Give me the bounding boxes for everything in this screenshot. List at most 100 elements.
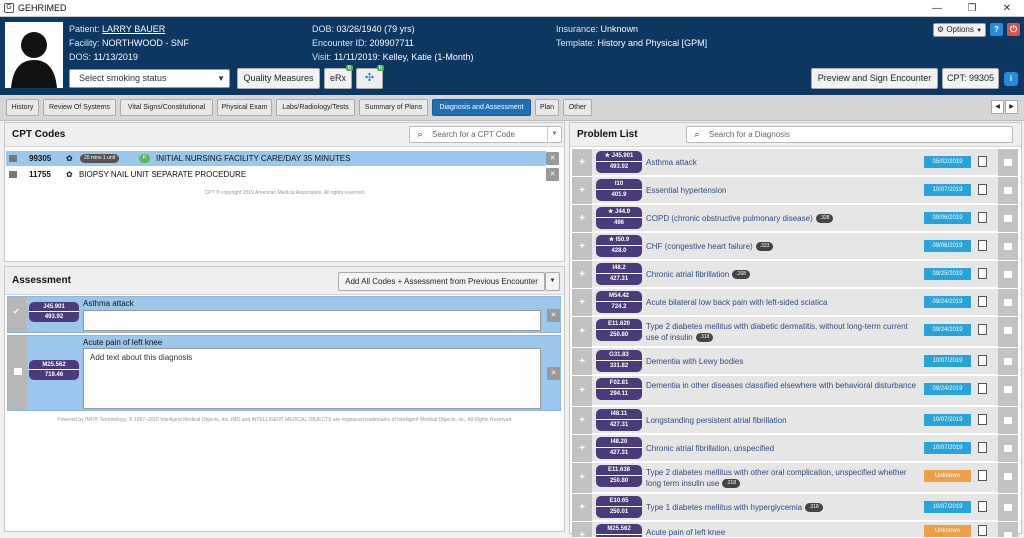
- patient-name-link[interactable]: LARRY BAUER: [102, 24, 165, 34]
- document-icon[interactable]: [978, 525, 987, 536]
- assessment-item[interactable]: ✔ J45.901 493.92 Asthma attack ✕: [7, 296, 561, 333]
- add-problem-icon[interactable]: +: [572, 407, 592, 434]
- document-icon[interactable]: [978, 240, 987, 251]
- erx-button[interactable]: eRx Ʀ: [324, 65, 353, 89]
- add-problem-icon[interactable]: +: [572, 348, 592, 375]
- checkbox-icon: [1004, 159, 1012, 166]
- status-badge: P: [139, 154, 150, 163]
- document-icon[interactable]: [978, 355, 987, 366]
- date-badge: 09/25/2019: [924, 268, 971, 280]
- document-icon[interactable]: [978, 156, 987, 167]
- document-icon[interactable]: [978, 184, 987, 195]
- document-icon[interactable]: [978, 324, 987, 335]
- problem-row[interactable]: + E11.638 250.80 Type 2 diabetes mellitus…: [572, 463, 1018, 493]
- checkbox-icon: [1004, 327, 1012, 334]
- problem-row[interactable]: + ★ J45.901 493.92 Asthma attack 05/02/20…: [572, 149, 1018, 176]
- problem-row[interactable]: + I48.11 427.31 Longstanding persistent a…: [572, 407, 1018, 434]
- add-problem-icon[interactable]: +: [572, 494, 592, 521]
- document-icon[interactable]: [978, 268, 987, 279]
- remove-cpt-button[interactable]: ✕: [546, 152, 559, 165]
- assessment-text-field[interactable]: [83, 310, 541, 331]
- problem-row[interactable]: + ★ J44.9 496 COPD (chronic obstructive p…: [572, 205, 1018, 232]
- diagnosis-code-pill: I48.2 427.31: [596, 263, 642, 285]
- diagnosis-code-pill: M25.562: [596, 524, 642, 537]
- add-problem-icon[interactable]: +: [572, 317, 592, 347]
- problem-row[interactable]: + ★ I50.9 428.0 CHF (congestive heart fai…: [572, 233, 1018, 260]
- info-icon[interactable]: i: [1004, 72, 1018, 86]
- tab-labs-radiology[interactable]: Labs/Radiology/Tests: [276, 99, 355, 116]
- cpt-description: BIOPSY NAIL UNIT SEPARATE PROCEDURE: [79, 170, 247, 179]
- document-icon[interactable]: [978, 442, 987, 453]
- problem-row[interactable]: + E10.65 250.01 Type 1 diabetes mellitus …: [572, 494, 1018, 521]
- date-badge: 10/07/2019: [924, 184, 971, 196]
- add-problem-icon[interactable]: +: [572, 522, 592, 537]
- add-problem-icon[interactable]: +: [572, 205, 592, 232]
- chevron-down-icon[interactable]: ▼: [547, 127, 561, 142]
- problem-row[interactable]: + M25.562 Acute pain of left knee Unknow…: [572, 522, 1018, 538]
- add-problem-icon[interactable]: +: [572, 435, 592, 462]
- cpt-row[interactable]: 11755 ✿ BIOPSY NAIL UNIT SEPARATE PROCED…: [6, 167, 546, 182]
- tab-plan[interactable]: Plan: [535, 99, 559, 116]
- power-icon[interactable]: ⏻: [1007, 23, 1020, 36]
- document-icon[interactable]: [978, 296, 987, 307]
- document-icon[interactable]: [978, 414, 987, 425]
- tab-physical-exam[interactable]: Physical Exam: [217, 99, 272, 116]
- document-icon[interactable]: [978, 501, 987, 512]
- remove-assessment-button[interactable]: ✕: [547, 367, 560, 380]
- options-button[interactable]: ⚙ Options ▼: [933, 23, 986, 37]
- add-all-codes-button[interactable]: Add All Codes + Assessment from Previous…: [338, 272, 545, 291]
- problem-name: Dementia with Lewy bodies: [646, 357, 744, 366]
- cpt-search-input[interactable]: ⌕ Search for a CPT Code ▼: [409, 126, 562, 143]
- remove-cpt-button[interactable]: ✕: [546, 168, 559, 181]
- document-icon[interactable]: [978, 212, 987, 223]
- add-problem-icon[interactable]: +: [572, 233, 592, 260]
- add-problem-icon[interactable]: +: [572, 261, 592, 288]
- problem-row[interactable]: + I10 401.9 Essential hypertension 10/07/…: [572, 177, 1018, 204]
- assessment-item[interactable]: M25.562 719.46 Acute pain of left knee A…: [7, 335, 561, 411]
- add-problem-icon[interactable]: +: [572, 289, 592, 316]
- tab-vital-signs[interactable]: Vital Signs/Constitutional: [120, 99, 213, 116]
- problem-row[interactable]: + I48.20 427.31 Chronic atrial fibrillati…: [572, 435, 1018, 462]
- problem-name: COPD (chronic obstructive pulmonary dise…: [646, 213, 916, 224]
- tab-scroll-left-icon[interactable]: ◀: [991, 100, 1004, 114]
- add-problem-icon[interactable]: +: [572, 177, 592, 204]
- smoking-status-select[interactable]: Select smoking status ▼: [69, 69, 230, 88]
- preview-sign-button[interactable]: Preview and Sign Encounter: [811, 68, 938, 89]
- tab-history[interactable]: History: [6, 99, 39, 116]
- checkbox-icon: [1004, 215, 1012, 222]
- checkbox-icon: [1004, 299, 1012, 306]
- tab-summary-of-plans[interactable]: Summary of Plans: [359, 99, 428, 116]
- chevron-down-icon: ▼: [217, 74, 225, 83]
- maximize-icon[interactable]: ❐: [955, 0, 989, 17]
- problem-row[interactable]: + G31.83 331.82 Dementia with Lewy bodies…: [572, 348, 1018, 375]
- add-problem-icon[interactable]: +: [572, 149, 592, 176]
- tab-review-of-systems[interactable]: Review Of Systems: [43, 99, 116, 116]
- problem-row[interactable]: + M54.42 724.2 Acute bilateral low back p…: [572, 289, 1018, 316]
- score-badge: .268: [732, 270, 750, 280]
- help-icon[interactable]: ?: [990, 23, 1003, 36]
- close-icon[interactable]: ✕: [990, 0, 1024, 17]
- diagnosis-search-input[interactable]: ⌕ Search for a Diagnosis: [686, 126, 1013, 143]
- problem-row[interactable]: + F02.81 294.11 Dementia in other disease…: [572, 376, 1018, 406]
- problem-name: Longstanding persistent atrial fibrillat…: [646, 416, 787, 425]
- connect-button[interactable]: ✣ Ʀ: [356, 65, 384, 89]
- tab-diagnosis-assessment[interactable]: Diagnosis and Assessment: [432, 99, 531, 116]
- problem-row[interactable]: + E11.620 250.80 Type 2 diabetes mellitus…: [572, 317, 1018, 347]
- chevron-down-icon[interactable]: ▼: [545, 272, 560, 291]
- tab-scroll-right-icon[interactable]: ▶: [1005, 100, 1018, 114]
- document-icon[interactable]: [978, 470, 987, 481]
- add-problem-icon[interactable]: +: [572, 376, 592, 406]
- cpt-summary-button[interactable]: CPT: 99305: [942, 68, 999, 89]
- add-problem-icon[interactable]: +: [572, 463, 592, 493]
- tab-other[interactable]: Other: [563, 99, 592, 116]
- diagnosis-code-pill: I10 401.9: [596, 179, 642, 201]
- cpt-row[interactable]: 99305 ✿ 20 mins 1 unit P INITIAL NURSING…: [6, 151, 546, 166]
- remove-assessment-button[interactable]: ✕: [547, 309, 560, 322]
- problem-name: Acute bilateral low back pain with left-…: [646, 298, 828, 307]
- assessment-text-field[interactable]: Add text about this diagnosis: [83, 348, 541, 409]
- problem-row[interactable]: + I48.2 427.31 Chronic atrial fibrillatio…: [572, 261, 1018, 288]
- minimize-icon[interactable]: —: [920, 0, 954, 17]
- date-badge: 09/06/2019: [924, 212, 971, 224]
- document-icon[interactable]: [978, 383, 987, 394]
- quality-measures-button[interactable]: Quality Measures: [237, 68, 320, 89]
